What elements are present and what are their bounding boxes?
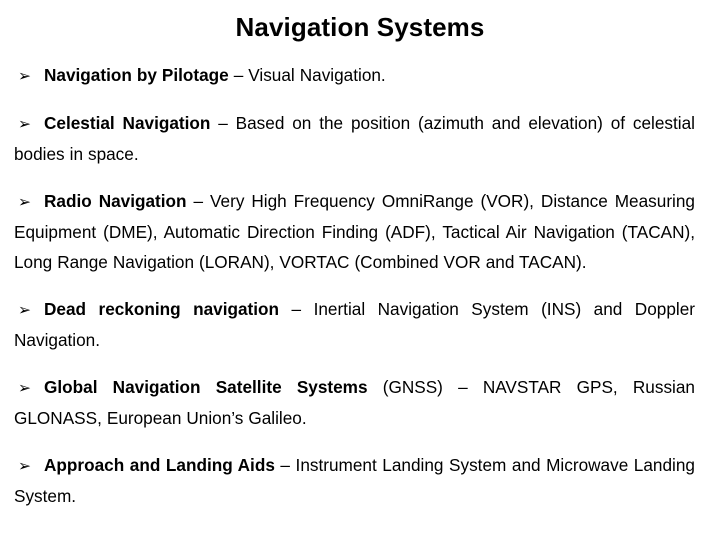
list-item-lead: Radio Navigation [44,191,187,211]
arrowhead-bullet-icon: ➢ [18,67,31,85]
presentation-slide: Navigation Systems ➢ Navigation by Pilota… [0,0,720,540]
page-title: Navigation Systems [235,12,485,42]
bullet-list: ➢ Navigation by Pilotage – Visual Navigat… [14,60,695,511]
list-item-lead: Navigation by Pilotage [44,65,229,85]
list-item-lead: Global Navigation Satellite Systems [44,377,368,397]
list-item: ➢ Approach and Landing Aids – Instrument … [14,450,695,511]
arrowhead-bullet-icon: ➢ [18,193,31,211]
list-item: ➢ Global Navigation Satellite Systems (GN… [14,372,695,433]
list-item-lead: Dead reckoning navigation [44,299,280,319]
list-item: ➢ Navigation by Pilotage – Visual Navigat… [14,60,695,91]
arrowhead-bullet-icon: ➢ [18,301,31,319]
arrowhead-bullet-icon: ➢ [18,457,31,475]
list-item-lead: Approach and Landing Aids [44,455,275,475]
arrowhead-bullet-icon: ➢ [18,379,31,397]
list-item: ➢ Celestial Navigation – Based on the pos… [14,108,695,169]
arrowhead-bullet-icon: ➢ [18,115,31,133]
list-item-rest: – Visual Navigation. [228,65,386,85]
list-item: ➢ Dead reckoning navigation – Inertial Na… [14,294,695,355]
list-item: ➢ Radio Navigation – Very High Frequency … [14,186,695,277]
list-item-lead: Celestial Navigation [44,113,211,133]
